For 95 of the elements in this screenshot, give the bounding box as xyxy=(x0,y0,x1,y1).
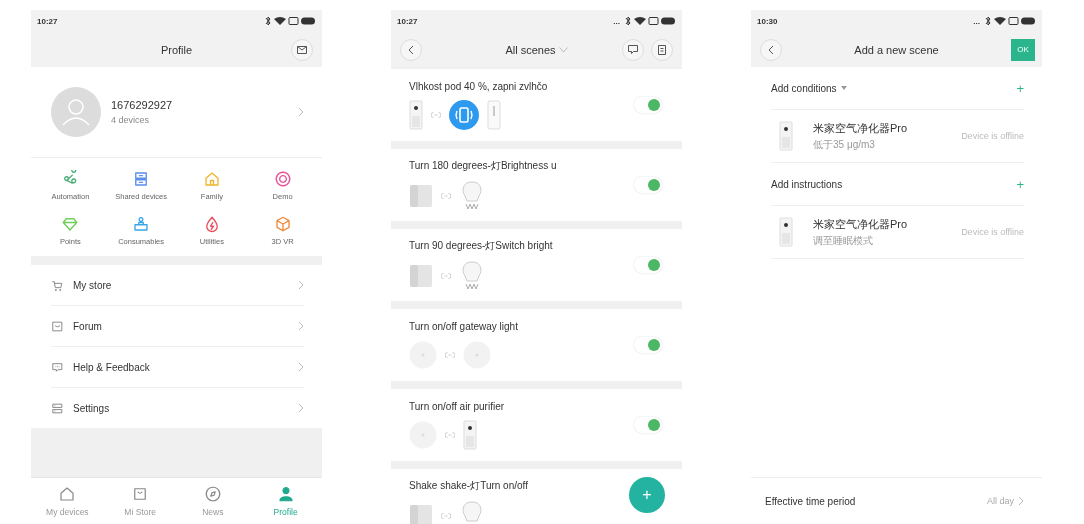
toggle-switch[interactable] xyxy=(634,257,662,273)
cube-icon xyxy=(409,264,433,288)
toggle-switch[interactable] xyxy=(634,97,662,113)
chevron-icon xyxy=(298,403,304,413)
link-icon xyxy=(441,193,451,199)
caret-icon xyxy=(558,46,568,53)
link-icon xyxy=(445,431,455,438)
chevron-icon[interactable] xyxy=(298,107,304,117)
device-action: 调至睡眠模式 xyxy=(813,233,874,248)
time-period-label: Effective time period xyxy=(765,495,857,507)
menu-item[interactable]: Settings xyxy=(51,388,304,428)
time-period-value: All day xyxy=(987,496,1014,506)
link-icon xyxy=(445,351,455,358)
mail-icon xyxy=(297,45,307,54)
compass-icon xyxy=(203,485,222,503)
caret-icon[interactable] xyxy=(840,86,847,90)
air-purifier-icon xyxy=(779,121,793,151)
device-name: 米家空气净化器Pro xyxy=(813,120,909,136)
toggle-switch[interactable] xyxy=(634,177,662,193)
scene-card[interactable]: Turn 180 degrees-灯Brightness u xyxy=(391,149,682,221)
screen-title: Add a new scene xyxy=(854,43,939,56)
message-button[interactable] xyxy=(622,38,644,61)
cube-icon xyxy=(409,504,433,524)
scene-name: Turn on/off gateway light xyxy=(409,320,519,332)
target-icon xyxy=(273,170,292,188)
diamond-icon xyxy=(61,215,80,233)
scene-card[interactable]: Turn 90 degrees-灯Switch bright xyxy=(391,229,682,301)
toggle-switch[interactable] xyxy=(634,417,662,433)
device-status: Device is offline xyxy=(961,131,1024,141)
log-button[interactable] xyxy=(651,38,673,61)
scene-card[interactable]: Turn on/off air purifier xyxy=(391,389,682,461)
house-icon xyxy=(58,485,77,503)
menu-item[interactable]: Forum xyxy=(51,306,304,347)
cube-outline-icon xyxy=(273,215,292,233)
light-bulb-icon xyxy=(459,181,485,211)
tray-icon xyxy=(132,215,151,233)
mail-button[interactable] xyxy=(291,38,313,61)
status-overflow: ... xyxy=(973,16,980,26)
status-icons-drawing xyxy=(264,16,316,26)
chevron-icon xyxy=(298,321,304,331)
menu-item[interactable]: My store xyxy=(51,265,304,306)
time-period-row[interactable]: Effective time period All day xyxy=(751,478,1042,524)
menu-item[interactable]: Help & Feedback xyxy=(51,347,304,388)
chat-icon xyxy=(628,45,638,54)
settings-icon xyxy=(51,401,64,415)
chevron-icon xyxy=(298,280,304,290)
device-action: 低于35 μg/m3 xyxy=(813,137,876,152)
screen-title: Profile xyxy=(160,43,193,56)
link-icon xyxy=(441,273,451,279)
link-icon xyxy=(431,111,441,118)
device-name: 米家空气净化器Pro xyxy=(813,216,909,232)
scene-name: Vlhkost pod 40 %, zapni zvlhčo xyxy=(409,80,549,92)
scene-filter-dropdown[interactable]: All scenes xyxy=(505,43,568,56)
section-title: Add instructions xyxy=(771,178,843,190)
scene-card[interactable]: Vlhkost pod 40 %, zapni zvlhčo xyxy=(391,69,682,141)
air-purifier-icon xyxy=(463,419,477,450)
scene-name: Turn 180 degrees-灯Brightness u xyxy=(409,159,558,173)
section-title: Add conditions xyxy=(771,82,837,94)
chat-icon xyxy=(51,360,64,374)
tall-device-icon xyxy=(487,99,501,130)
round-button-icon xyxy=(409,340,437,369)
status-icons-drawing xyxy=(624,16,676,26)
chevron-icon xyxy=(1018,496,1024,506)
air-purifier-icon xyxy=(409,99,423,130)
scene-name: Turn 90 degrees-灯Switch bright xyxy=(409,239,554,253)
air-purifier-icon xyxy=(779,217,793,247)
avatar-silhouette xyxy=(51,87,101,137)
back-icon xyxy=(768,44,774,55)
phone-vibrate-icon xyxy=(449,99,479,130)
scene-name: Turn on/off air purifier xyxy=(409,400,506,412)
status-time: 10:27 xyxy=(37,16,58,26)
device-count: 4 devices xyxy=(111,115,151,125)
status-time: 10:27 xyxy=(397,16,418,26)
round-button-icon xyxy=(409,420,437,449)
link-icon xyxy=(441,513,451,519)
document-icon xyxy=(658,44,666,55)
round-button-icon xyxy=(463,340,491,369)
light-bulb-icon xyxy=(459,261,485,291)
scene-name: Shake shake-灯Turn on/off xyxy=(409,479,529,493)
person-icon xyxy=(276,485,295,503)
cube-icon xyxy=(409,184,433,208)
chevron-icon xyxy=(298,362,304,372)
back-icon xyxy=(408,44,414,55)
status-icons-drawing xyxy=(984,16,1036,26)
device-row[interactable]: 米家空气净化器Pro 低于35 μg/m3 Device is offline xyxy=(771,110,1024,163)
cart-icon xyxy=(51,278,64,292)
status-time: 10:30 xyxy=(757,16,778,26)
light-bulb-icon xyxy=(459,501,485,524)
account-id: 1676292927 xyxy=(111,99,174,111)
smile-box-icon xyxy=(51,319,64,333)
device-status: Device is offline xyxy=(961,227,1024,237)
toggle-switch[interactable] xyxy=(634,337,662,353)
house-icon xyxy=(202,170,221,188)
scene-card[interactable]: Turn on/off gateway light xyxy=(391,309,682,381)
status-overflow: ... xyxy=(613,16,620,26)
